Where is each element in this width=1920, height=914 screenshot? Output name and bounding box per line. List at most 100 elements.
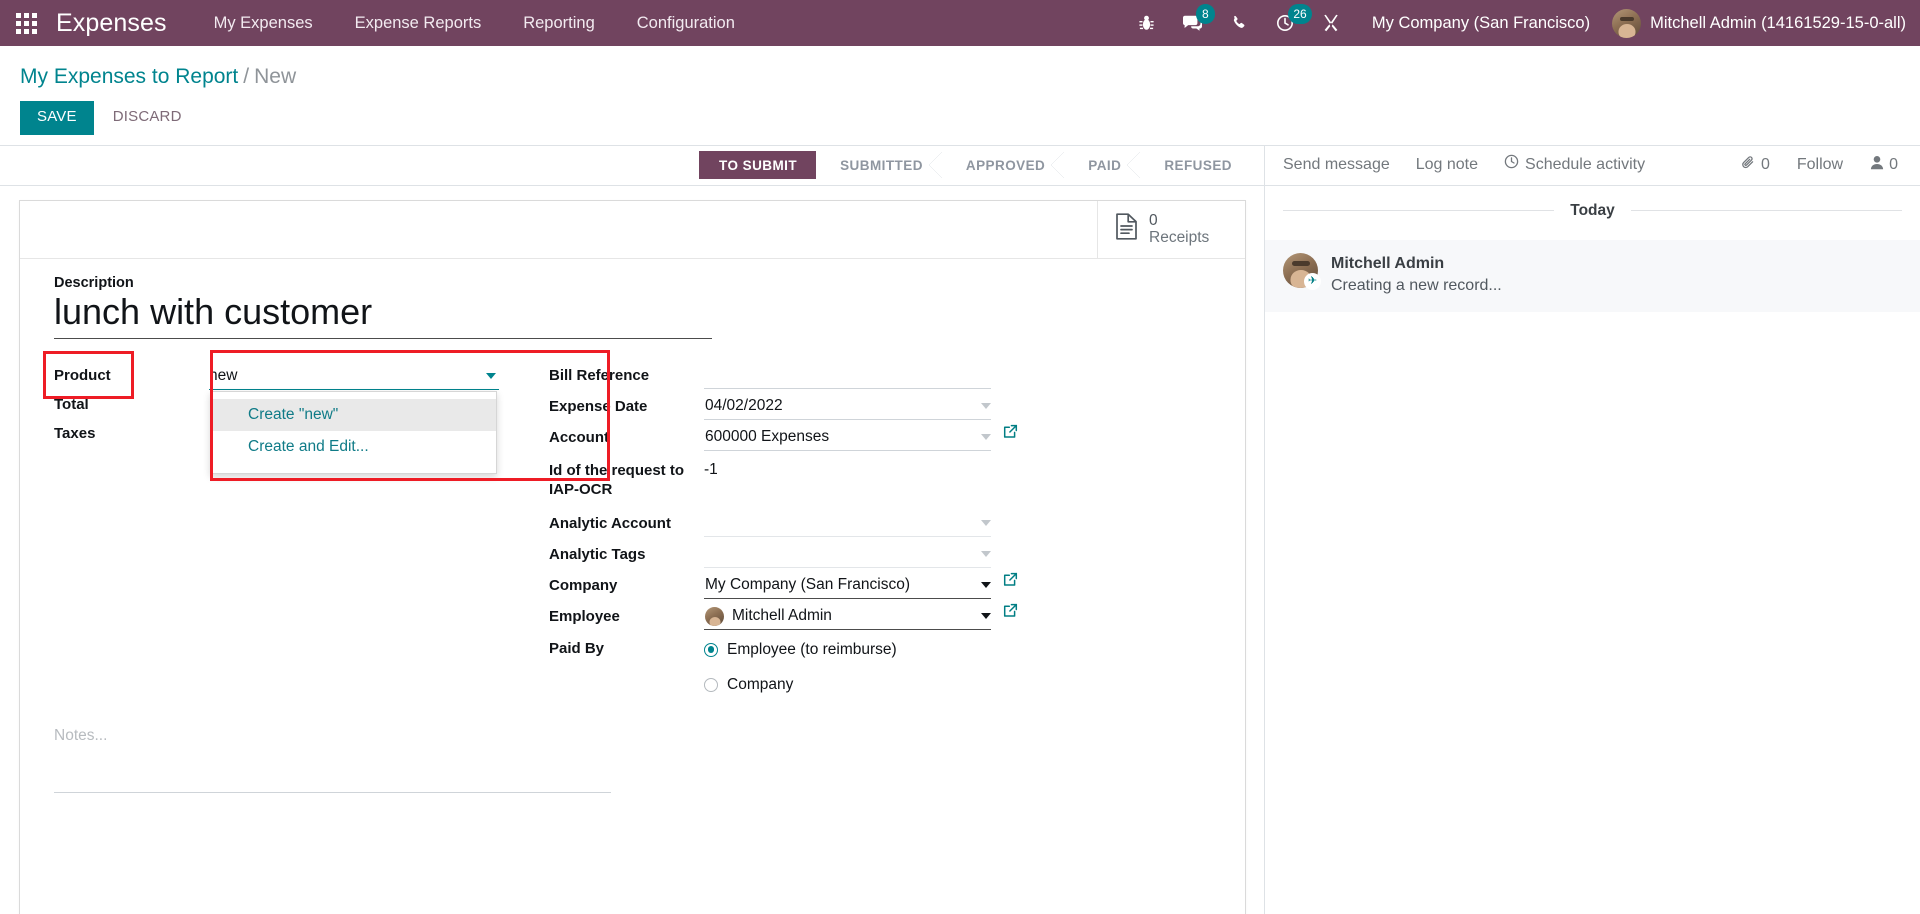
menu-my-expenses[interactable]: My Expenses bbox=[193, 0, 334, 46]
notes-input[interactable]: Notes... bbox=[54, 727, 611, 794]
paid-by-company-label: Company bbox=[727, 675, 794, 693]
status-bar: TO SUBMIT SUBMITTED APPROVED PAID REFUSE… bbox=[699, 151, 1251, 180]
bug-icon[interactable] bbox=[1124, 0, 1170, 46]
status-refused[interactable]: REFUSED bbox=[1140, 151, 1251, 180]
messages-badge: 8 bbox=[1195, 4, 1215, 24]
status-paid[interactable]: PAID bbox=[1064, 151, 1142, 180]
menu-configuration[interactable]: Configuration bbox=[616, 0, 756, 46]
attachments-counter[interactable]: 0 bbox=[1727, 155, 1784, 175]
apps-grid-icon[interactable] bbox=[0, 0, 52, 46]
clock-icon bbox=[1504, 145, 1519, 185]
employee-input[interactable]: Mitchell Admin bbox=[704, 603, 991, 631]
message-author-avatar: ✈ bbox=[1283, 252, 1321, 290]
paid-by-options: Employee (to reimburse) Company bbox=[704, 635, 991, 699]
description-field-group: Description bbox=[54, 275, 1217, 339]
radio-unselected-icon[interactable] bbox=[704, 677, 718, 692]
app-brand-title[interactable]: Expenses bbox=[52, 9, 193, 38]
message-author: Mitchell Admin bbox=[1331, 254, 1445, 272]
analytic-tags-label: Analytic Tags bbox=[549, 546, 646, 564]
expense-date-text: 04/02/2022 bbox=[705, 397, 783, 414]
expense-date-label: Expense Date bbox=[549, 398, 648, 415]
log-note-button[interactable]: Log note bbox=[1403, 145, 1491, 185]
breadcrumb: My Expenses to Report / New bbox=[0, 58, 1920, 91]
employee-external-link-icon[interactable] bbox=[1003, 603, 1018, 618]
chevron-down-icon[interactable] bbox=[981, 434, 991, 440]
field-row-product: Product new Create "new" Create and Edit… bbox=[54, 362, 549, 474]
breadcrumb-root[interactable]: My Expenses to Report bbox=[20, 65, 238, 88]
bill-reference-input[interactable] bbox=[704, 362, 991, 389]
day-separator: Today bbox=[1265, 202, 1920, 220]
status-to-submit[interactable]: TO SUBMIT bbox=[699, 151, 831, 180]
bill-reference-value-wrap bbox=[704, 362, 991, 389]
radio-selected-icon[interactable] bbox=[704, 642, 718, 657]
message-text: Creating a new record... bbox=[1331, 277, 1502, 295]
analytic-account-value-wrap bbox=[704, 510, 991, 538]
dropdown-item-create-and-edit[interactable]: Create and Edit... bbox=[211, 431, 496, 463]
expense-date-value-wrap: 04/02/2022 bbox=[704, 393, 991, 420]
field-row-company: Company My Company (San Francisco) bbox=[549, 572, 1217, 601]
discard-button[interactable]: DISCARD bbox=[98, 101, 197, 135]
status-approved[interactable]: APPROVED bbox=[941, 151, 1066, 180]
field-row-bill-reference: Bill Reference bbox=[549, 362, 1217, 391]
paid-by-option-company[interactable]: Company bbox=[704, 670, 991, 699]
iap-ocr-id-value: -1 bbox=[704, 461, 718, 478]
avatar bbox=[1612, 8, 1642, 38]
chevron-down-icon[interactable] bbox=[981, 520, 991, 527]
chevron-down-icon[interactable] bbox=[981, 403, 991, 409]
chevron-down-icon[interactable] bbox=[981, 551, 991, 558]
company-input[interactable]: My Company (San Francisco) bbox=[704, 572, 991, 600]
attachment-count: 0 bbox=[1760, 156, 1770, 174]
breadcrumb-current: New bbox=[254, 65, 297, 88]
status-submitted[interactable]: SUBMITTED bbox=[816, 151, 943, 180]
statusbar-row: TO SUBMIT SUBMITTED APPROVED PAID REFUSE… bbox=[0, 145, 1264, 186]
total-label: Total bbox=[54, 396, 89, 413]
user-menu[interactable]: Mitchell Admin (14161529-15-0-all) bbox=[1606, 8, 1906, 38]
company-switcher[interactable]: My Company (San Francisco) bbox=[1354, 14, 1606, 33]
breadcrumb-separator: / bbox=[243, 65, 250, 88]
menu-reporting[interactable]: Reporting bbox=[502, 0, 616, 46]
expense-date-input[interactable]: 04/02/2022 bbox=[704, 393, 991, 420]
messages-icon[interactable]: 8 bbox=[1170, 0, 1216, 46]
field-row-paid-by: Paid By Employee (to reimburse) Company bbox=[549, 635, 1217, 699]
dropdown-item-create-new[interactable]: Create "new" bbox=[211, 399, 496, 431]
account-label: Account bbox=[549, 429, 609, 446]
company-external-link-icon[interactable] bbox=[1003, 572, 1018, 587]
followers-counter[interactable]: 0 bbox=[1856, 155, 1898, 175]
send-message-button[interactable]: Send message bbox=[1283, 145, 1403, 185]
receipts-stat-button[interactable]: 0 Receipts bbox=[1097, 200, 1245, 258]
field-row-iap-ocr-id: Id of the request to IAP-OCR -1 bbox=[549, 457, 1217, 499]
top-navbar: Expenses My Expenses Expense Reports Rep… bbox=[0, 0, 1920, 46]
day-separator-label: Today bbox=[1570, 201, 1615, 219]
chevron-down-icon[interactable] bbox=[981, 613, 991, 620]
sheet-wrapper: 0 Receipts Description lunch with custom… bbox=[0, 185, 1264, 914]
person-icon bbox=[1870, 155, 1884, 175]
control-panel: My Expenses to Report / New SAVE DISCARD bbox=[0, 46, 1920, 146]
chatter-panel: Send message Log note Schedule activity bbox=[1265, 145, 1920, 914]
account-input[interactable]: 600000 Expenses bbox=[704, 424, 991, 451]
chatter-thread: Today ✈ Mitchell Admin Creating a new re… bbox=[1265, 185, 1920, 914]
iap-ocr-id-label: Id of the request to IAP-OCR bbox=[549, 462, 684, 499]
analytic-account-input[interactable] bbox=[704, 510, 991, 538]
analytic-tags-input[interactable] bbox=[704, 541, 991, 569]
note-plane-icon: ✈ bbox=[1304, 272, 1321, 290]
paid-by-option-employee[interactable]: Employee (to reimburse) bbox=[704, 635, 991, 664]
account-external-link-icon[interactable] bbox=[1003, 424, 1018, 439]
schedule-activity-button[interactable]: Schedule activity bbox=[1491, 145, 1658, 185]
control-panel-buttons: SAVE DISCARD bbox=[0, 91, 1920, 145]
save-button[interactable]: SAVE bbox=[20, 101, 94, 135]
employee-text: Mitchell Admin bbox=[732, 607, 832, 625]
field-row-employee: Employee Mitchell Admin bbox=[549, 603, 1217, 632]
phone-icon[interactable] bbox=[1216, 0, 1262, 46]
chevron-down-icon[interactable] bbox=[486, 372, 496, 379]
field-row-account: Account 600000 Expenses bbox=[549, 424, 1217, 453]
form-sheet: 0 Receipts Description lunch with custom… bbox=[19, 199, 1246, 914]
notes-block: Notes... bbox=[20, 699, 1245, 794]
follow-button[interactable]: Follow bbox=[1784, 145, 1856, 185]
menu-expense-reports[interactable]: Expense Reports bbox=[334, 0, 503, 46]
chevron-down-icon[interactable] bbox=[981, 582, 991, 589]
activities-clock-icon[interactable]: 26 bbox=[1262, 0, 1313, 46]
description-input[interactable] bbox=[54, 291, 712, 339]
schedule-activity-label: Schedule activity bbox=[1525, 156, 1646, 174]
product-input-control[interactable]: new bbox=[209, 362, 499, 390]
tools-icon[interactable] bbox=[1308, 0, 1354, 46]
